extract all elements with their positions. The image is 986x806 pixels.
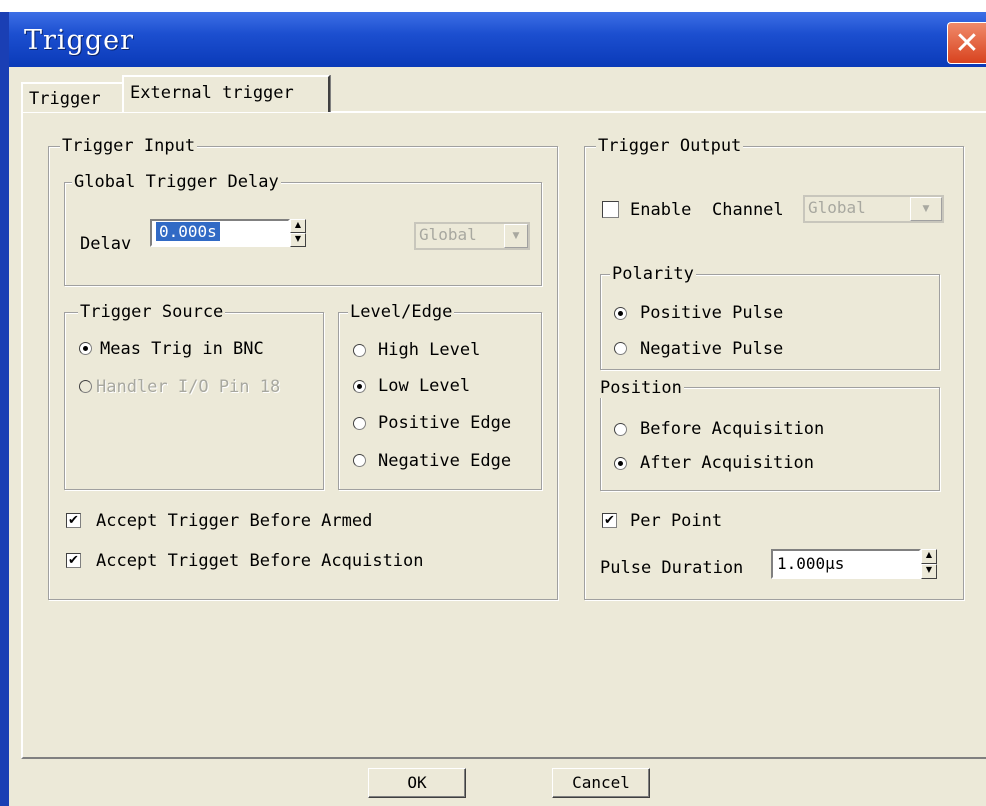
check-icon: ✔ — [604, 513, 615, 528]
delay-input[interactable]: 0.000s — [150, 219, 290, 247]
chevron-down-icon: ▼ — [922, 204, 930, 214]
label-after-acquisition: After Acquisition — [640, 453, 814, 473]
label-low-level: Low Level — [378, 376, 471, 396]
label-before-acquisition: Before Acquisition — [640, 419, 825, 439]
radio-negative-pulse[interactable] — [614, 342, 627, 355]
delay-scope-value: Global — [419, 225, 477, 244]
label-enable: Enable — [630, 200, 692, 220]
window-title: Trigger — [24, 25, 135, 56]
trigger-input-title: Trigger Input — [60, 136, 198, 156]
delay-spin-down[interactable]: ▼ — [290, 233, 306, 247]
tab-trigger[interactable]: Trigger — [21, 82, 122, 112]
tab-external-trigger[interactable]: External trigger — [122, 75, 330, 112]
trigger-output-title: Trigger Output — [596, 136, 744, 156]
window-frame-left — [0, 12, 9, 806]
pulse-duration-value: 1.000μs — [777, 554, 845, 573]
check-icon: ✔ — [68, 553, 79, 568]
global-delay-title: Global Trigger Delay — [72, 172, 281, 192]
radio-after-acquisition[interactable] — [614, 457, 627, 470]
channel-dropdown: ▼ — [910, 197, 942, 221]
delay-scope-dropdown: ▼ — [504, 224, 528, 248]
spin-up-icon: ▲ — [294, 220, 302, 229]
channel-value: Global — [808, 198, 866, 217]
level-edge-title: Level/Edge — [348, 302, 455, 322]
label-accept-before-armed: Accept Trigger Before Armed — [96, 511, 373, 531]
radio-negative-edge[interactable] — [353, 454, 366, 467]
top-strip — [0, 0, 986, 12]
label-negative-edge: Negative Edge — [378, 451, 512, 471]
label-meas-trig-bnc: Meas Trig in BNC — [100, 339, 264, 359]
radio-before-acquisition[interactable] — [614, 423, 627, 436]
radio-positive-pulse[interactable] — [614, 307, 627, 320]
radio-high-level[interactable] — [353, 344, 366, 357]
position-group — [600, 387, 940, 491]
radio-positive-edge[interactable] — [353, 417, 366, 430]
checkbox-accept-before-armed[interactable]: ✔ — [66, 513, 81, 528]
radio-meas-trig-bnc[interactable] — [79, 342, 92, 355]
title-bar[interactable] — [9, 12, 986, 67]
position-title: Position — [598, 378, 684, 398]
label-high-level: High Level — [378, 340, 481, 360]
close-icon: ✕ — [954, 26, 980, 61]
label-negative-pulse: Negative Pulse — [640, 339, 784, 359]
trigger-source-title: Trigger Source — [78, 302, 226, 322]
delay-value: 0.000s — [156, 222, 220, 241]
delay-label: Delav — [80, 234, 132, 254]
label-positive-pulse: Positive Pulse — [640, 303, 784, 323]
pulse-spin-up[interactable]: ▲ — [921, 549, 937, 564]
label-channel: Channel — [712, 200, 784, 220]
close-button[interactable]: ✕ — [947, 22, 986, 64]
spin-up-icon: ▲ — [925, 550, 933, 559]
label-per-point: Per Point — [630, 511, 723, 531]
radio-handler-io-pin18 — [79, 380, 92, 393]
label-positive-edge: Positive Edge — [378, 413, 512, 433]
spin-down-icon: ▼ — [294, 234, 302, 243]
pulse-spin-down[interactable]: ▼ — [921, 564, 937, 579]
check-icon: ✔ — [68, 513, 79, 528]
spin-down-icon: ▼ — [925, 565, 933, 574]
label-pulse-duration: Pulse Duration — [600, 558, 744, 578]
polarity-title: Polarity — [610, 264, 696, 284]
checkbox-per-point[interactable]: ✔ — [602, 513, 617, 528]
pulse-duration-input[interactable]: 1.000μs — [771, 549, 921, 579]
ok-button[interactable]: OK — [368, 768, 466, 798]
label-accept-before-acquisition: Accept Trigget Before Acquistion — [96, 551, 424, 571]
label-handler-io-pin18: Handler I/O Pin 18 — [96, 377, 281, 397]
chevron-down-icon: ▼ — [512, 231, 520, 241]
checkbox-enable[interactable] — [602, 201, 619, 218]
delay-spin-up[interactable]: ▲ — [290, 219, 306, 233]
cancel-button[interactable]: Cancel — [552, 768, 650, 798]
checkbox-accept-before-acquisition[interactable]: ✔ — [66, 553, 81, 568]
radio-low-level[interactable] — [353, 380, 366, 393]
